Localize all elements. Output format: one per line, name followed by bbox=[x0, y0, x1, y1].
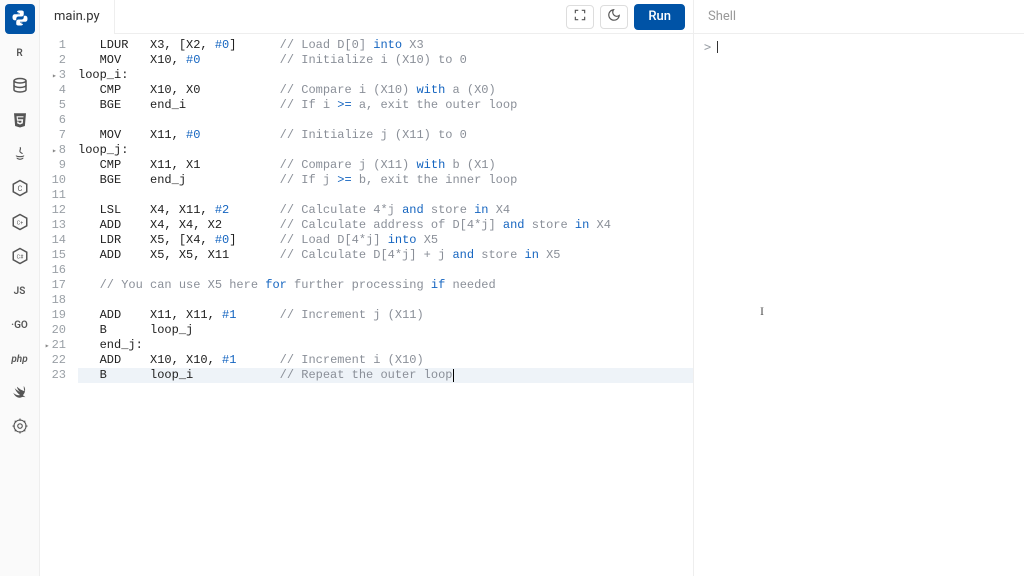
tab-main-py[interactable]: main.py bbox=[40, 0, 115, 34]
code-line[interactable]: end_j: bbox=[78, 338, 693, 353]
cpp-icon: C+ bbox=[11, 213, 29, 234]
python-icon bbox=[11, 9, 29, 30]
code-line[interactable]: MOV X11, #0 // Initialize j (X11) to 0 bbox=[78, 128, 693, 143]
code-line[interactable]: ADD X5, X5, X11 // Calculate D[4*j] + j … bbox=[78, 248, 693, 263]
line-number: 3 bbox=[40, 68, 66, 83]
code-line[interactable]: loop_j: bbox=[78, 143, 693, 158]
sidebar-item-php[interactable]: php bbox=[5, 344, 35, 374]
line-number: 11 bbox=[40, 188, 66, 203]
code-line[interactable] bbox=[78, 113, 693, 128]
sidebar-item-js[interactable]: JS bbox=[5, 276, 35, 306]
shell-cursor bbox=[717, 41, 718, 53]
js-icon: JS bbox=[14, 286, 26, 297]
fullscreen-button[interactable] bbox=[566, 5, 594, 29]
line-number: 14 bbox=[40, 233, 66, 248]
editor-pane: main.py Run 1234567891011121314151617181… bbox=[40, 0, 694, 576]
html5-icon bbox=[11, 111, 29, 132]
shell-pane: Shell > I bbox=[694, 0, 1024, 576]
line-number: 18 bbox=[40, 293, 66, 308]
php-icon: php bbox=[11, 354, 27, 365]
code-line[interactable]: MOV X10, #0 // Initialize i (X10) to 0 bbox=[78, 53, 693, 68]
sidebar-item-r[interactable]: R bbox=[5, 38, 35, 68]
code-line[interactable]: loop_i: bbox=[78, 68, 693, 83]
rust-icon bbox=[11, 417, 29, 438]
line-number: 22 bbox=[40, 353, 66, 368]
code-line[interactable] bbox=[78, 263, 693, 278]
tab-bar: main.py Run bbox=[40, 0, 693, 34]
line-number: 10 bbox=[40, 173, 66, 188]
svg-text:C+: C+ bbox=[16, 220, 22, 226]
code-line[interactable]: CMP X11, X1 // Compare j (X11) with b (X… bbox=[78, 158, 693, 173]
theme-button[interactable] bbox=[600, 5, 628, 29]
sidebar-item-swift[interactable] bbox=[5, 378, 35, 408]
line-number: 23 bbox=[40, 368, 66, 383]
sidebar-item-c[interactable]: C bbox=[5, 174, 35, 204]
code-line[interactable]: // You can use X5 here for further proce… bbox=[78, 278, 693, 293]
sidebar-item-python[interactable] bbox=[5, 4, 35, 34]
java-icon bbox=[11, 145, 29, 166]
code-line[interactable]: BGE end_j // If j >= b, exit the inner l… bbox=[78, 173, 693, 188]
sidebar-item-rust[interactable] bbox=[5, 412, 35, 442]
code-line[interactable]: ADD X10, X10, #1 // Increment i (X10) bbox=[78, 353, 693, 368]
sidebar-item-db[interactable] bbox=[5, 72, 35, 102]
code-editor[interactable]: 1234567891011121314151617181920212223 LD… bbox=[40, 34, 693, 576]
language-sidebar: R C C+ C# bbox=[0, 0, 40, 576]
sidebar-item-csharp[interactable]: C# bbox=[5, 242, 35, 272]
line-number: 4 bbox=[40, 83, 66, 98]
sidebar-item-cpp[interactable]: C+ bbox=[5, 208, 35, 238]
line-number: 17 bbox=[40, 278, 66, 293]
code-line[interactable]: B loop_i // Repeat the outer loop bbox=[78, 368, 693, 383]
line-number: 15 bbox=[40, 248, 66, 263]
text-cursor-indicator: I bbox=[760, 304, 764, 319]
fullscreen-icon bbox=[573, 8, 587, 26]
line-number: 8 bbox=[40, 143, 66, 158]
code-line[interactable]: BGE end_i // If i >= a, exit the outer l… bbox=[78, 98, 693, 113]
shell-prompt-symbol: > bbox=[704, 40, 711, 54]
code-area[interactable]: LDUR X3, [X2, #0] // Load D[0] into X3 M… bbox=[72, 34, 693, 576]
svg-text:C#: C# bbox=[16, 254, 23, 260]
line-number: 12 bbox=[40, 203, 66, 218]
line-number: 9 bbox=[40, 158, 66, 173]
line-number: 16 bbox=[40, 263, 66, 278]
code-line[interactable] bbox=[78, 293, 693, 308]
r-icon: R bbox=[16, 48, 22, 59]
code-line[interactable]: LDR X5, [X4, #0] // Load D[4*j] into X5 bbox=[78, 233, 693, 248]
c-icon: C bbox=[11, 179, 29, 200]
line-number: 21 bbox=[40, 338, 66, 353]
database-icon bbox=[11, 77, 29, 98]
code-line[interactable]: LDUR X3, [X2, #0] // Load D[0] into X3 bbox=[78, 38, 693, 53]
code-line[interactable]: ADD X11, X11, #1 // Increment j (X11) bbox=[78, 308, 693, 323]
line-number: 13 bbox=[40, 218, 66, 233]
app-root: R C C+ C# bbox=[0, 0, 1024, 576]
code-line[interactable]: CMP X10, X0 // Compare i (X10) with a (X… bbox=[78, 83, 693, 98]
line-number: 5 bbox=[40, 98, 66, 113]
code-line[interactable] bbox=[78, 188, 693, 203]
shell-prompt-line: > bbox=[704, 40, 1014, 54]
line-number: 6 bbox=[40, 113, 66, 128]
go-icon: ·GO bbox=[11, 320, 28, 331]
sidebar-item-java[interactable] bbox=[5, 140, 35, 170]
run-button[interactable]: Run bbox=[634, 4, 685, 30]
line-number: 19 bbox=[40, 308, 66, 323]
line-number: 7 bbox=[40, 128, 66, 143]
svg-text:C: C bbox=[17, 184, 22, 193]
line-gutter: 1234567891011121314151617181920212223 bbox=[40, 34, 72, 576]
swift-icon bbox=[11, 383, 29, 404]
moon-icon bbox=[607, 8, 621, 26]
code-line[interactable]: ADD X4, X4, X2 // Calculate address of D… bbox=[78, 218, 693, 233]
line-number: 1 bbox=[40, 38, 66, 53]
sidebar-item-html[interactable] bbox=[5, 106, 35, 136]
shell-title: Shell bbox=[694, 0, 1024, 34]
code-line[interactable]: B loop_j bbox=[78, 323, 693, 338]
sidebar-item-go[interactable]: ·GO bbox=[5, 310, 35, 340]
shell-body[interactable]: > I bbox=[694, 34, 1024, 576]
line-number: 20 bbox=[40, 323, 66, 338]
code-line[interactable]: LSL X4, X11, #2 // Calculate 4*j and sto… bbox=[78, 203, 693, 218]
line-number: 2 bbox=[40, 53, 66, 68]
csharp-icon: C# bbox=[11, 247, 29, 268]
